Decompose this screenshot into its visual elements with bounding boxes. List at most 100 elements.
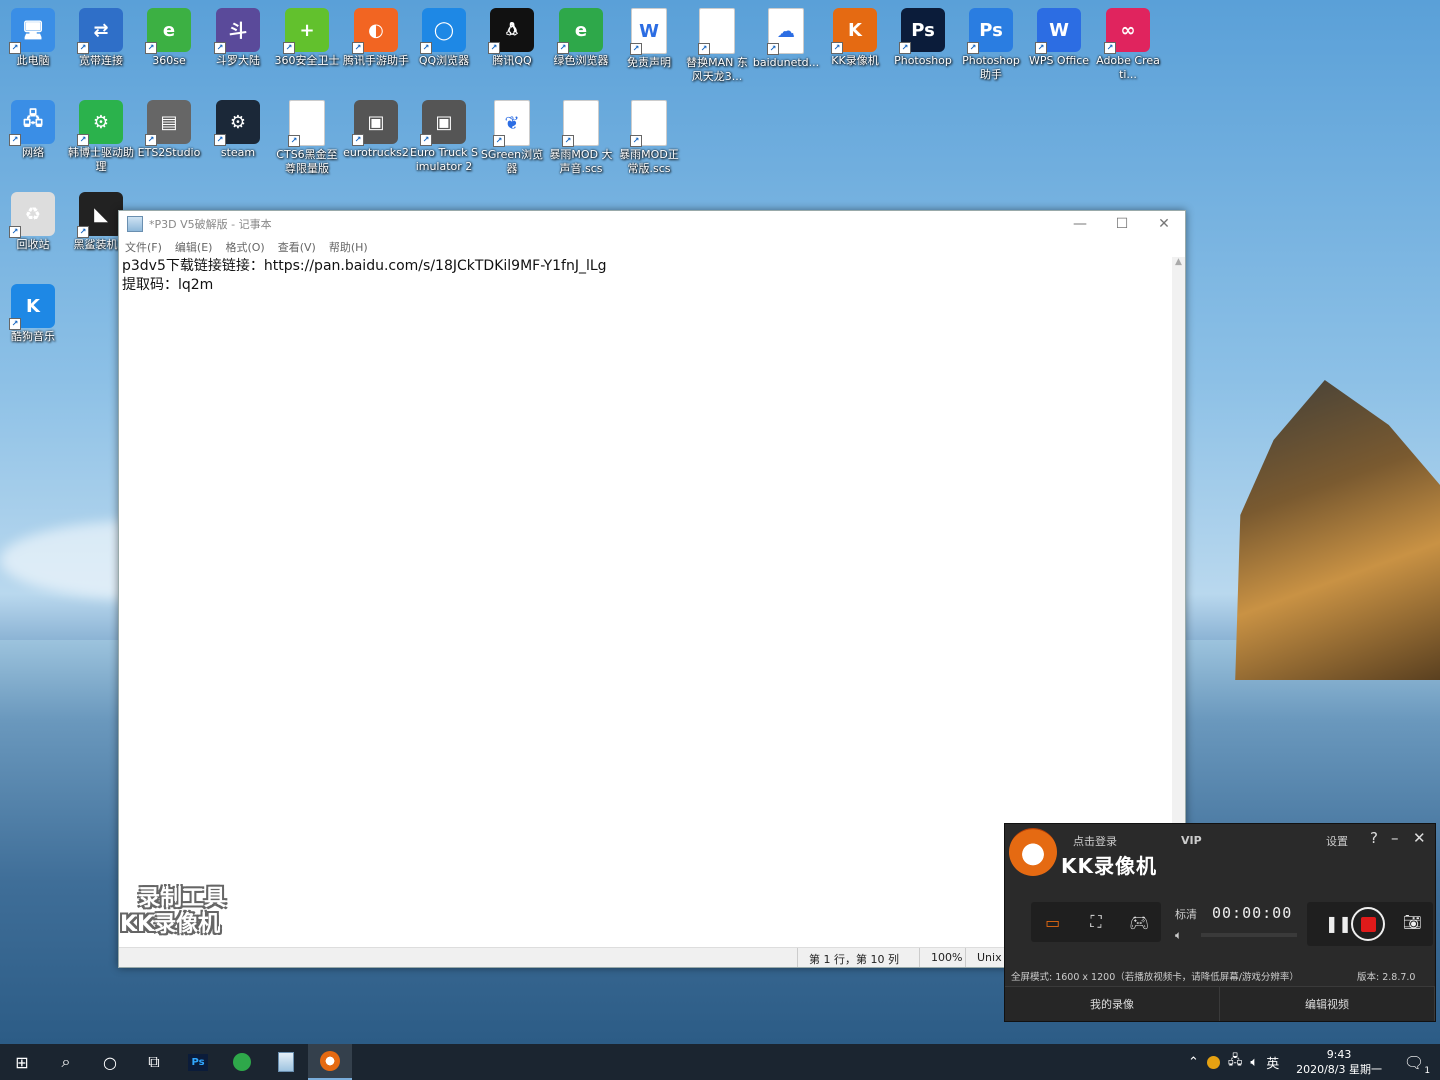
shortcut-arrow-icon: ↗ — [831, 42, 843, 54]
maximize-button[interactable]: ☐ — [1101, 211, 1143, 237]
taskbar: ⊞ ⌕ ○ ⧉ Ps ⌃ 🖧︎ 🔈︎ 英 9:43 2020/8/3 星期一 🗨… — [0, 1044, 1440, 1080]
edit-video-button[interactable]: 编辑视频 — [1220, 987, 1435, 1021]
desktop-icon-label: baidunetd... — [752, 56, 820, 69]
notepad-titlebar[interactable]: *P3D V5破解版 - 记事本 — ☐ ✕ — [119, 211, 1185, 237]
scroll-up-arrow-icon[interactable]: ▲ — [1172, 257, 1185, 267]
menu-view[interactable]: 查看(V) — [278, 239, 316, 255]
cliff-background — [1235, 380, 1440, 680]
zoom-level: 100% — [931, 951, 963, 964]
desktop-icon[interactable]: ◯ ↗ QQ浏览器 — [410, 2, 478, 68]
login-link[interactable]: 点击登录 — [1073, 833, 1117, 849]
notification-center-icon[interactable]: 🗨︎ 1 — [1392, 1044, 1436, 1080]
shortcut-arrow-icon: ↗ — [420, 134, 432, 146]
desktop-icon[interactable]: W ↗ 免责声明 — [615, 2, 683, 70]
desktop-icon[interactable]: + ↗ 360安全卫士 — [273, 2, 341, 68]
desktop-icon-label: 360安全卫士 — [274, 54, 340, 67]
game-mode-icon[interactable]: 🎮︎ — [1127, 913, 1151, 932]
desktop-icon[interactable]: Ps ↗ Photoshop 助手 — [957, 2, 1025, 82]
stop-record-button[interactable] — [1351, 907, 1385, 941]
shortcut-arrow-icon: ↗ — [9, 226, 21, 238]
my-recordings-button[interactable]: 我的录像 — [1005, 987, 1220, 1021]
desktop-icon[interactable]: ▣ ↗ eurotrucks2 — [342, 94, 410, 160]
start-windows-icon[interactable]: ⊞ — [0, 1044, 44, 1080]
minimize-button[interactable]: – — [1391, 829, 1399, 847]
desktop-icon[interactable]: 🖥︎ ↗ 此电脑 — [0, 2, 67, 68]
desktop-icon[interactable]: ▤ ↗ ETS2Studio — [135, 94, 203, 160]
desktop-icon[interactable]: ↗ 替换MAN 东风天龙3... — [683, 2, 751, 84]
menu-format[interactable]: 格式(O) — [225, 239, 264, 255]
close-button[interactable]: ✕ — [1413, 829, 1426, 847]
search-icon[interactable]: ⌕ — [44, 1044, 88, 1080]
adobe-creative-cloud-icon: ∞ ↗ — [1104, 8, 1150, 54]
desktop-icon[interactable]: ↗ 暴雨MOD正常版.scs — [615, 94, 683, 176]
desktop-icon-label: 此电脑 — [16, 54, 50, 67]
desktop-icon[interactable]: 斗 ↗ 斗罗大陆 — [204, 2, 272, 68]
desktop-icon-label: 360se — [152, 54, 186, 67]
region-mode-icon[interactable]: ⛶ — [1084, 912, 1108, 931]
desktop-icon[interactable]: 🐧︎ ↗ 腾讯QQ — [478, 2, 546, 68]
cortana-circle-icon[interactable]: ○ — [88, 1044, 132, 1080]
desktop-icon[interactable]: ▣ ↗ Euro Truck Simulator 2 — [410, 94, 478, 174]
help-button[interactable]: ? — [1370, 829, 1378, 847]
desktop-icon[interactable]: ∞ ↗ Adobe Creati... — [1094, 2, 1162, 82]
tray-overflow-chevron-icon[interactable]: ⌃ — [1188, 1055, 1199, 1070]
quality-selector[interactable]: 标清 — [1175, 906, 1197, 922]
desktop-icon[interactable]: ↗ CTS6黑金至尊限量版 — [273, 94, 341, 176]
vip-link[interactable]: VIP — [1181, 834, 1202, 847]
ime-indicator[interactable]: 英 — [1266, 1053, 1279, 1072]
desktop-icon-label: eurotrucks2 — [343, 146, 409, 159]
notepad-icon — [127, 216, 143, 232]
desktop-icon-label: Photoshop 助手 — [962, 54, 1020, 81]
close-button[interactable]: ✕ — [1143, 211, 1185, 237]
desktop-icon-label: 回收站 — [16, 238, 50, 251]
desktop-icon-label: 免责声明 — [627, 56, 671, 69]
shortcut-arrow-icon: ↗ — [77, 226, 89, 238]
minimize-button[interactable]: — — [1059, 211, 1101, 237]
file-icon: ↗ — [630, 100, 667, 147]
kk-recorder-window[interactable]: 点击登录 VIP KK录像机 设置 ? – ✕ ▭ ⛶ 🎮︎ 标清 🔈︎ 00:… — [1004, 823, 1436, 1022]
task-view-icon[interactable]: ⧉ — [132, 1044, 176, 1080]
menu-edit[interactable]: 编辑(E) — [175, 239, 213, 255]
shortcut-arrow-icon: ↗ — [630, 135, 642, 147]
shortcut-arrow-icon: ↗ — [9, 134, 21, 146]
desktop-icon[interactable]: ⚙︎ ↗ 韩博士驱动助理 — [67, 94, 135, 174]
volume-meter — [1201, 933, 1297, 937]
text-line: 提取码：lq2m — [122, 277, 214, 293]
desktop-icon[interactable]: ❦ ↗ SGreen浏览器 — [478, 94, 546, 176]
settings-button[interactable]: 设置 — [1326, 833, 1348, 849]
desktop-icon[interactable]: 🖧︎ ↗ 网络 — [0, 94, 67, 160]
desktop-icon[interactable]: K ↗ KK录像机 — [821, 2, 889, 68]
desktop-icon[interactable]: K ↗ 酷狗音乐 — [0, 278, 67, 344]
menu-file[interactable]: 文件(F) — [125, 239, 162, 255]
desktop-icon[interactable]: ⚙︎ ↗ steam — [204, 94, 272, 160]
shortcut-arrow-icon: ↗ — [145, 134, 157, 146]
qq-browser-icon: ◯ ↗ — [420, 8, 466, 54]
desktop-icon-label: 腾讯QQ — [492, 54, 532, 67]
desktop-icon[interactable]: e ↗ 360se — [135, 2, 203, 68]
desktop-icon[interactable]: W ↗ WPS Office — [1025, 2, 1093, 68]
desktop-icon[interactable]: Ps ↗ Photoshop — [889, 2, 957, 68]
desktop-icon-label: SGreen浏览器 — [480, 148, 544, 175]
network-icon[interactable]: 🖧︎ — [1228, 1051, 1243, 1073]
desktop-icon[interactable]: ☁︎ ↗ baidunetd... — [752, 2, 820, 70]
pause-icon[interactable]: ❚❚ — [1325, 914, 1352, 933]
taskbar-notepad-icon[interactable] — [264, 1044, 308, 1080]
taskbar-green-browser-icon[interactable] — [220, 1044, 264, 1080]
volume-icon[interactable]: 🔈︎ — [1175, 928, 1182, 943]
taskbar-photoshop-icon[interactable]: Ps — [176, 1044, 220, 1080]
shortcut-arrow-icon: ↗ — [557, 42, 569, 54]
clock[interactable]: 9:43 2020/8/3 星期一 — [1296, 1047, 1382, 1077]
desktop-icon[interactable]: ⇄ ↗ 宽带连接 — [67, 2, 135, 68]
taskbar-kk-recorder-icon[interactable] — [308, 1044, 352, 1080]
qq-penguin-icon: 🐧︎ ↗ — [488, 8, 534, 54]
desktop-icon[interactable]: ♻︎ ↗ 回收站 — [0, 186, 67, 252]
recording-watermark: 录制工具 KK录像机 — [120, 886, 226, 938]
fullscreen-mode-icon[interactable]: ▭ — [1041, 913, 1065, 932]
desktop-icon[interactable]: e ↗ 绿色浏览器 — [547, 2, 615, 68]
menu-help[interactable]: 帮助(H) — [329, 239, 368, 255]
desktop-icon[interactable]: ◐ ↗ 腾讯手游助手 — [342, 2, 410, 68]
speaker-icon[interactable]: 🔈︎ — [1250, 1055, 1258, 1070]
screenshot-camera-icon[interactable]: 📷︎ — [1403, 913, 1422, 931]
tray-kk-icon[interactable] — [1206, 1055, 1220, 1069]
desktop-icon[interactable]: ↗ 暴雨MOD 大声音.scs — [547, 94, 615, 176]
